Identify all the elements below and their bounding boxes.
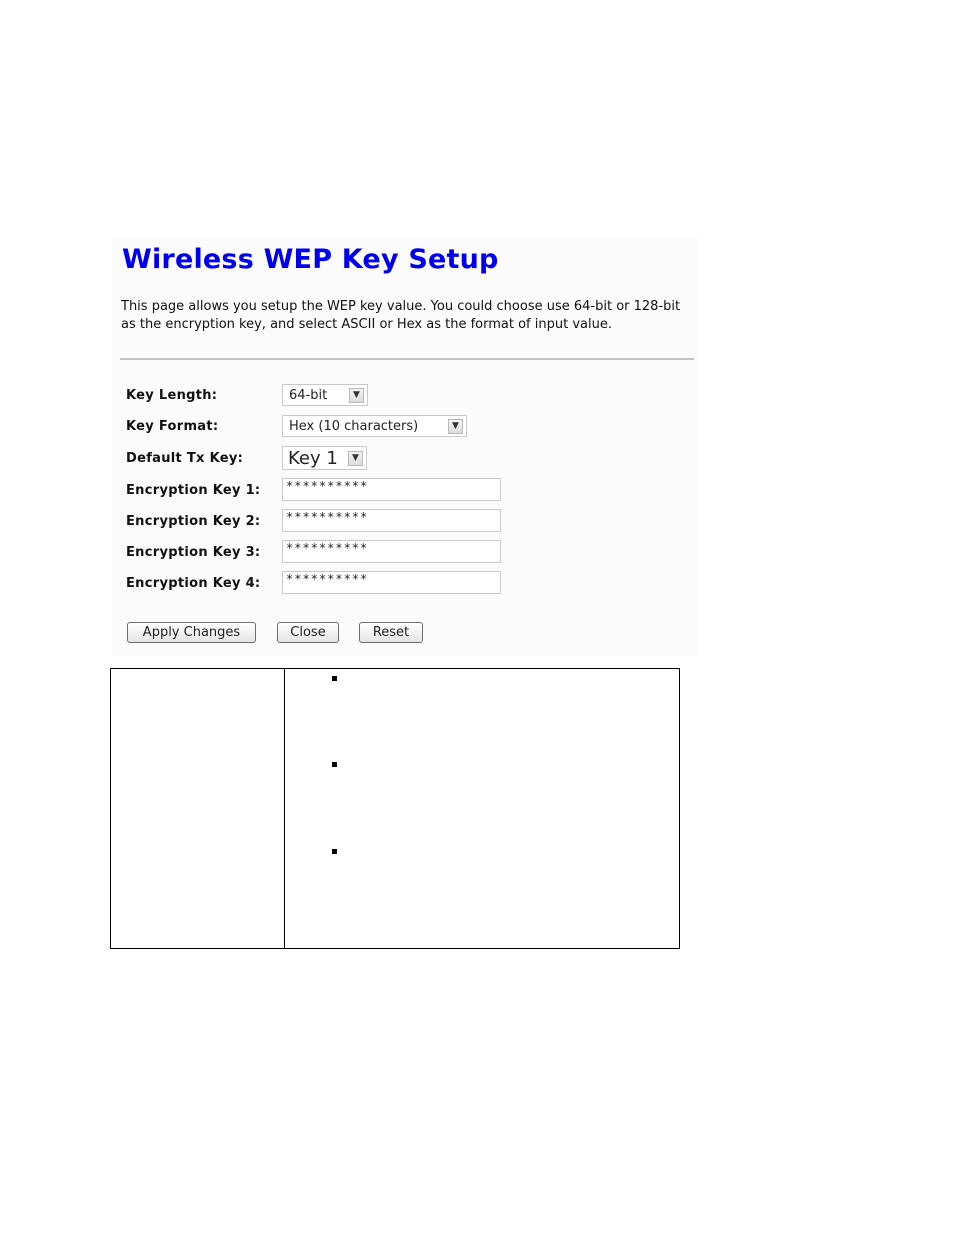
close-button[interactable]: Close [277,622,339,643]
encryption-key-1-label: Encryption Key 1: [126,483,261,498]
divider [120,358,694,360]
chevron-down-icon[interactable]: ▼ [448,418,463,434]
key-length-value: 64-bit [289,387,328,403]
default-tx-key-select[interactable]: Key 1 ▼ [282,446,367,470]
default-tx-key-value: Key 1 [288,447,338,469]
apply-changes-button[interactable]: Apply Changes [127,622,256,643]
key-format-value: Hex (10 characters) [289,418,419,434]
square-bullet-icon [332,676,337,681]
encryption-key-2-label: Encryption Key 2: [126,514,261,529]
chevron-down-icon[interactable]: ▼ [348,450,363,466]
wep-key-setup-screenshot: Wireless WEP Key Setup This page allows … [112,238,698,656]
key-length-label: Key Length: [126,388,218,403]
key-format-label: Key Format: [126,419,219,434]
default-tx-key-label: Default Tx Key: [126,451,244,466]
key-format-select[interactable]: Hex (10 characters) ▼ [282,415,467,437]
encryption-key-4-label: Encryption Key 4: [126,576,261,591]
square-bullet-icon [332,762,337,767]
page-title: Wireless WEP Key Setup [122,244,499,275]
description-table [110,668,680,949]
encryption-key-2-input[interactable]: ********** [282,509,501,532]
page-description: This page allows you setup the WEP key v… [121,299,681,332]
key-length-select[interactable]: 64-bit ▼ [282,384,368,406]
square-bullet-icon [332,849,337,854]
table-column-divider [284,669,285,948]
encryption-key-1-input[interactable]: ********** [282,478,501,501]
encryption-key-3-label: Encryption Key 3: [126,545,261,560]
encryption-key-4-input[interactable]: ********** [282,571,501,594]
reset-button[interactable]: Reset [359,622,423,643]
chevron-down-icon[interactable]: ▼ [349,387,364,403]
encryption-key-3-input[interactable]: ********** [282,540,501,563]
